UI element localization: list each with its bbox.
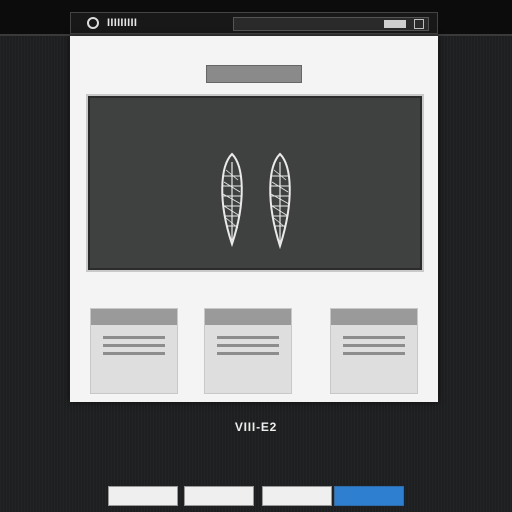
footer-button[interactable]	[108, 486, 178, 506]
card-text-line	[103, 336, 165, 339]
top-navigation-bar: IIIIIIIII	[70, 12, 438, 34]
logo-icon[interactable]	[87, 17, 99, 29]
footer-buttons	[108, 486, 408, 506]
card-text-line	[103, 352, 165, 355]
card-text-line	[103, 344, 165, 347]
card-header	[205, 309, 291, 325]
menu-handle-icon[interactable]	[384, 20, 406, 28]
card-header	[331, 309, 417, 325]
feature-card[interactable]	[330, 308, 418, 394]
card-text-line	[217, 344, 279, 347]
page-title	[220, 49, 312, 59]
top-menu-bar[interactable]	[233, 17, 429, 31]
feature-cards	[70, 308, 438, 394]
feature-card[interactable]	[90, 308, 178, 394]
hero-banner	[86, 94, 424, 272]
left-feather-icon	[221, 152, 243, 248]
footer-button[interactable]	[262, 486, 332, 506]
card-text-line	[217, 352, 279, 355]
main-panel	[70, 36, 438, 402]
card-text-line	[217, 336, 279, 339]
hero-illustration	[221, 152, 291, 250]
footer-button[interactable]	[184, 486, 254, 506]
page-subtitle-banner	[206, 65, 302, 83]
right-feather-icon	[269, 152, 291, 250]
feature-card[interactable]	[204, 308, 292, 394]
footer-title: VIII-E2	[234, 420, 278, 434]
card-header	[91, 309, 177, 325]
card-text-line	[343, 336, 405, 339]
card-text-line	[343, 344, 405, 347]
card-text-line	[343, 352, 405, 355]
logo-text[interactable]: IIIIIIIII	[107, 17, 137, 29]
primary-footer-button[interactable]	[334, 486, 404, 506]
menu-icon[interactable]	[414, 19, 424, 29]
